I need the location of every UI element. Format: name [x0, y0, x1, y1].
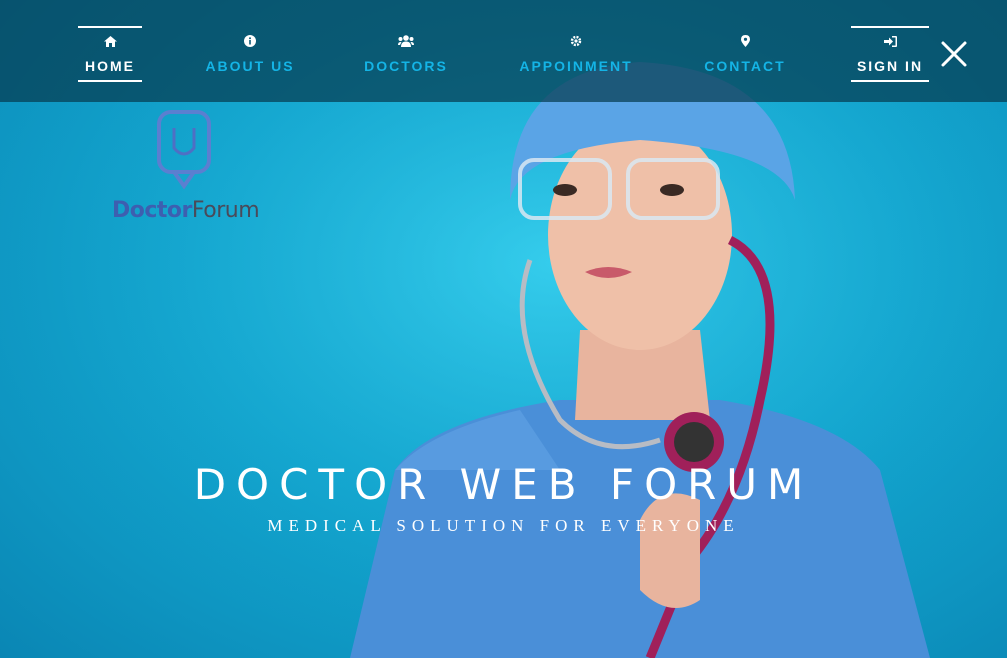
logo-text-forum: Forum — [191, 198, 260, 223]
close-icon[interactable] — [940, 40, 968, 68]
logo-wordmark: DoctorForum — [112, 198, 260, 223]
sign-in-icon — [883, 34, 897, 50]
nav-about-us[interactable]: ABOUT US — [200, 26, 300, 82]
map-marker-icon — [740, 34, 750, 50]
logo-text-doctor: Doctor — [112, 198, 192, 223]
home-icon — [103, 34, 117, 50]
nav-contact[interactable]: CONTACT — [700, 26, 790, 82]
users-icon — [398, 34, 414, 50]
gear-icon — [570, 34, 582, 50]
hero-title: DOCTOR WEB FORUM — [193, 460, 814, 509]
nav-appoinment[interactable]: APPOINMENT — [512, 26, 640, 82]
nav-sign-in-label: SIGN IN — [856, 58, 924, 74]
nav-sign-in[interactable]: SIGN IN — [851, 26, 929, 82]
nav-home[interactable]: HOME — [78, 26, 142, 82]
nav-doctors[interactable]: DOCTORS — [360, 26, 452, 82]
hero-subtitle: MEDICAL SOLUTION FOR EVERYONE — [267, 516, 740, 535]
nav-doctors-label: DOCTORS — [364, 58, 448, 74]
info-icon — [244, 34, 256, 50]
nav-about-us-label: ABOUT US — [205, 58, 295, 74]
top-navigation-bar: HOME ABOUT US DOCTORS APPOINMENT CONTACT… — [0, 0, 1007, 102]
nav-appoinment-label: APPOINMENT — [519, 58, 633, 74]
nav-contact-label: CONTACT — [704, 58, 786, 74]
nav-home-label: HOME — [85, 58, 135, 74]
